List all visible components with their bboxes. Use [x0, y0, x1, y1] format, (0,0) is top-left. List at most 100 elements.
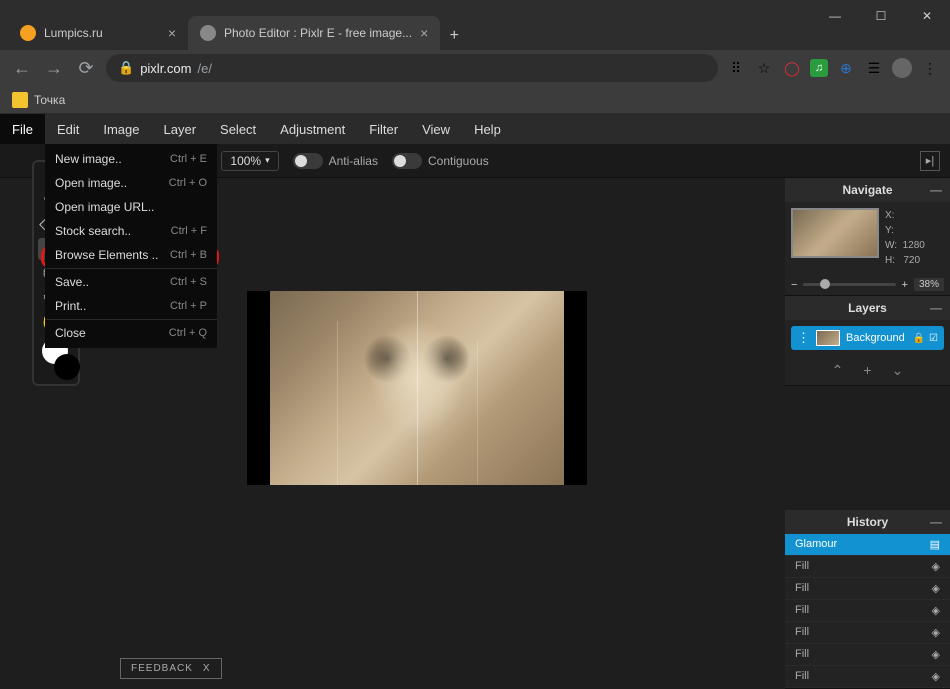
profile-avatar[interactable] [892, 58, 912, 78]
canvas-image [270, 291, 564, 485]
menu-adjustment[interactable]: Adjustment [268, 114, 357, 144]
contiguous-toggle[interactable] [392, 153, 422, 169]
background-color[interactable] [54, 354, 80, 380]
close-button[interactable]: ✕ [904, 0, 950, 32]
layer-thumbnail [816, 330, 840, 346]
back-button[interactable]: ← [10, 56, 34, 80]
layer-name: Background [846, 332, 905, 344]
browser-tab-1[interactable]: Photo Editor : Pixlr E - free image... × [188, 16, 440, 50]
bookmark-item[interactable]: Точка [12, 92, 65, 108]
bookmark-label: Точка [34, 93, 65, 107]
menu-select[interactable]: Select [208, 114, 268, 144]
browser-toolbar: ← → ⟳ 🔒 pixlr.com/e/ ⠿ ☆ ◯ ♫ ⊕ ☰ ⋮ [0, 50, 950, 86]
menu-layer[interactable]: Layer [152, 114, 209, 144]
panels: Navigate — X: Y: W: 1280 H: 720 [785, 178, 950, 689]
menu-help[interactable]: Help [462, 114, 513, 144]
layer-down-button[interactable]: ⌄ [892, 362, 904, 379]
layers-panel: Layers — ⋮ Background 🔒 ☑ ⌃ [785, 296, 950, 386]
history-item[interactable]: Fill ◈ [785, 578, 950, 600]
menubar: File Edit Image Layer Select Adjustment … [0, 114, 950, 144]
bookmarks-bar: Точка [0, 86, 950, 114]
menu-save[interactable]: Save.. Ctrl + S [45, 270, 217, 294]
close-icon[interactable]: X [203, 663, 211, 674]
new-tab-button[interactable]: + [440, 22, 468, 50]
history-state-icon: ▤ [930, 538, 940, 551]
browser-tab-0[interactable]: Lumpics.ru × [8, 16, 188, 50]
menu-filter[interactable]: Filter [357, 114, 410, 144]
contiguous-label: Contiguous [428, 154, 489, 168]
zoom-in-button[interactable]: + [902, 279, 908, 291]
extension-icon[interactable]: ♫ [810, 59, 828, 77]
bookmark-star-icon[interactable]: ☆ [754, 58, 774, 78]
panel-header[interactable]: Layers — [785, 296, 950, 320]
antialias-label: Anti-alias [329, 154, 378, 168]
layer-up-button[interactable]: ⌃ [832, 362, 844, 379]
zoom-out-button[interactable]: − [791, 279, 797, 291]
tab-title: Photo Editor : Pixlr E - free image... [224, 26, 412, 40]
history-item[interactable]: Fill ◈ [785, 600, 950, 622]
url-bar[interactable]: 🔒 pixlr.com/e/ [106, 54, 718, 82]
site-info-icon[interactable]: 🔒 [118, 60, 134, 76]
history-state-icon: ◈ [932, 648, 940, 661]
menu-icon[interactable]: ⋮ [920, 58, 940, 78]
canvas[interactable] [247, 291, 587, 485]
extension-icon[interactable]: ◯ [782, 58, 802, 78]
add-layer-button[interactable]: + [863, 362, 871, 379]
history-item[interactable]: Fill ◈ [785, 666, 950, 688]
expand-panels-icon[interactable]: ▸| [920, 151, 940, 171]
zoom-slider[interactable] [803, 283, 895, 286]
menu-file[interactable]: File [0, 114, 45, 144]
history-state-icon: ◈ [932, 604, 940, 617]
folder-icon [12, 92, 28, 108]
history-item[interactable]: Glamour ▤ [785, 534, 950, 556]
menu-stock-search[interactable]: Stock search.. Ctrl + F [45, 219, 217, 243]
collapse-icon[interactable]: — [930, 183, 942, 197]
minimize-button[interactable]: — [812, 0, 858, 32]
close-icon[interactable]: × [420, 25, 428, 41]
history-item[interactable]: Fill ◈ [785, 644, 950, 666]
feedback-button[interactable]: FEEDBACK X [120, 658, 222, 679]
history-panel: History — Glamour ▤ Fill ◈ Fill ◈ Fill [785, 510, 950, 689]
menu-browse-elements[interactable]: Browse Elements .. Ctrl + B [45, 243, 217, 267]
menu-open-image[interactable]: Open image.. Ctrl + O [45, 171, 217, 195]
url-domain: pixlr.com [140, 61, 191, 76]
history-state-icon: ◈ [932, 626, 940, 639]
collapse-icon[interactable]: — [930, 301, 942, 315]
translate-icon[interactable]: ⠿ [726, 58, 746, 78]
menu-view[interactable]: View [410, 114, 462, 144]
lock-icon[interactable]: 🔒 [913, 333, 925, 344]
panel-header[interactable]: History — [785, 510, 950, 534]
layer-item[interactable]: ⋮ Background 🔒 ☑ [791, 326, 944, 350]
reading-list-icon[interactable]: ☰ [864, 58, 884, 78]
collapse-icon[interactable]: — [930, 515, 942, 529]
menu-open-url[interactable]: Open image URL.. [45, 195, 217, 219]
panel-header[interactable]: Navigate — [785, 178, 950, 202]
visibility-icon[interactable]: ☑ [929, 333, 938, 344]
browser-tabbar: Lumpics.ru × Photo Editor : Pixlr E - fr… [0, 0, 950, 50]
opacity-value[interactable]: 100% ▾ [221, 151, 278, 171]
extension-icon[interactable]: ⊕ [836, 58, 856, 78]
menu-print[interactable]: Print.. Ctrl + P [45, 294, 217, 318]
menu-new-image[interactable]: New image.. Ctrl + E [45, 147, 217, 171]
navigate-thumbnail[interactable] [791, 208, 879, 258]
forward-button[interactable]: → [42, 56, 66, 80]
history-item[interactable]: Fill ◈ [785, 556, 950, 578]
antialias-toggle[interactable] [293, 153, 323, 169]
zoom-value: 38% [914, 278, 944, 291]
history-state-icon: ◈ [932, 582, 940, 595]
window-controls: — ☐ ✕ [812, 0, 950, 32]
history-item[interactable]: Fill ◈ [785, 622, 950, 644]
tab-title: Lumpics.ru [44, 26, 160, 40]
separator [45, 319, 217, 320]
close-icon[interactable]: × [168, 25, 176, 41]
navigate-panel: Navigate — X: Y: W: 1280 H: 720 [785, 178, 950, 296]
menu-close[interactable]: Close Ctrl + Q [45, 321, 217, 345]
separator [45, 268, 217, 269]
reload-button[interactable]: ⟳ [74, 56, 98, 80]
maximize-button[interactable]: ☐ [858, 0, 904, 32]
tab-favicon [200, 25, 216, 41]
drag-handle-icon[interactable]: ⋮ [797, 330, 810, 346]
menu-image[interactable]: Image [91, 114, 151, 144]
menu-edit[interactable]: Edit [45, 114, 91, 144]
history-state-icon: ◈ [932, 670, 940, 683]
